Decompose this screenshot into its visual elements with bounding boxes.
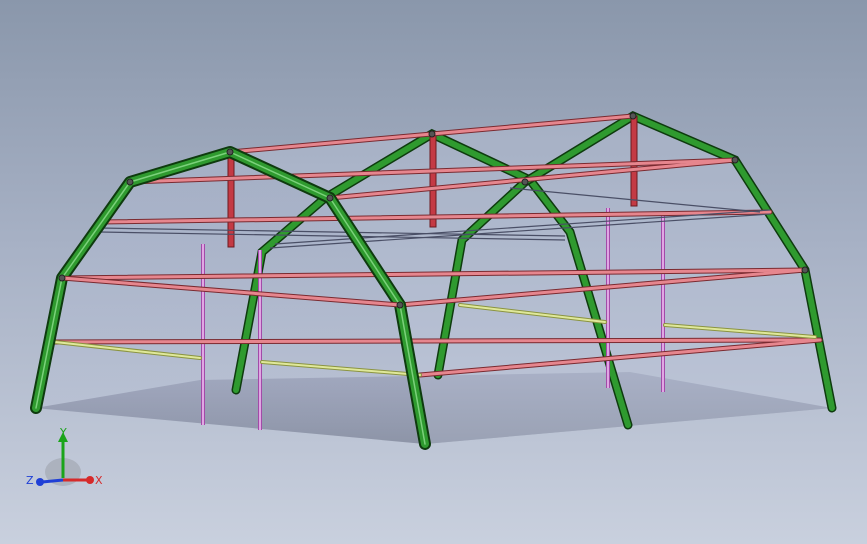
z-axis-arrow xyxy=(41,478,64,484)
steel-frame-model[interactable] xyxy=(0,0,867,544)
x-axis-head xyxy=(86,476,94,484)
3d-viewport[interactable]: Y X Z xyxy=(0,0,867,544)
axis-triad: Y X Z xyxy=(26,426,103,487)
z-axis-label: Z xyxy=(26,474,34,487)
y-axis-label: Y xyxy=(59,426,67,439)
z-axis-head xyxy=(36,478,44,486)
x-axis-label: X xyxy=(95,474,103,487)
